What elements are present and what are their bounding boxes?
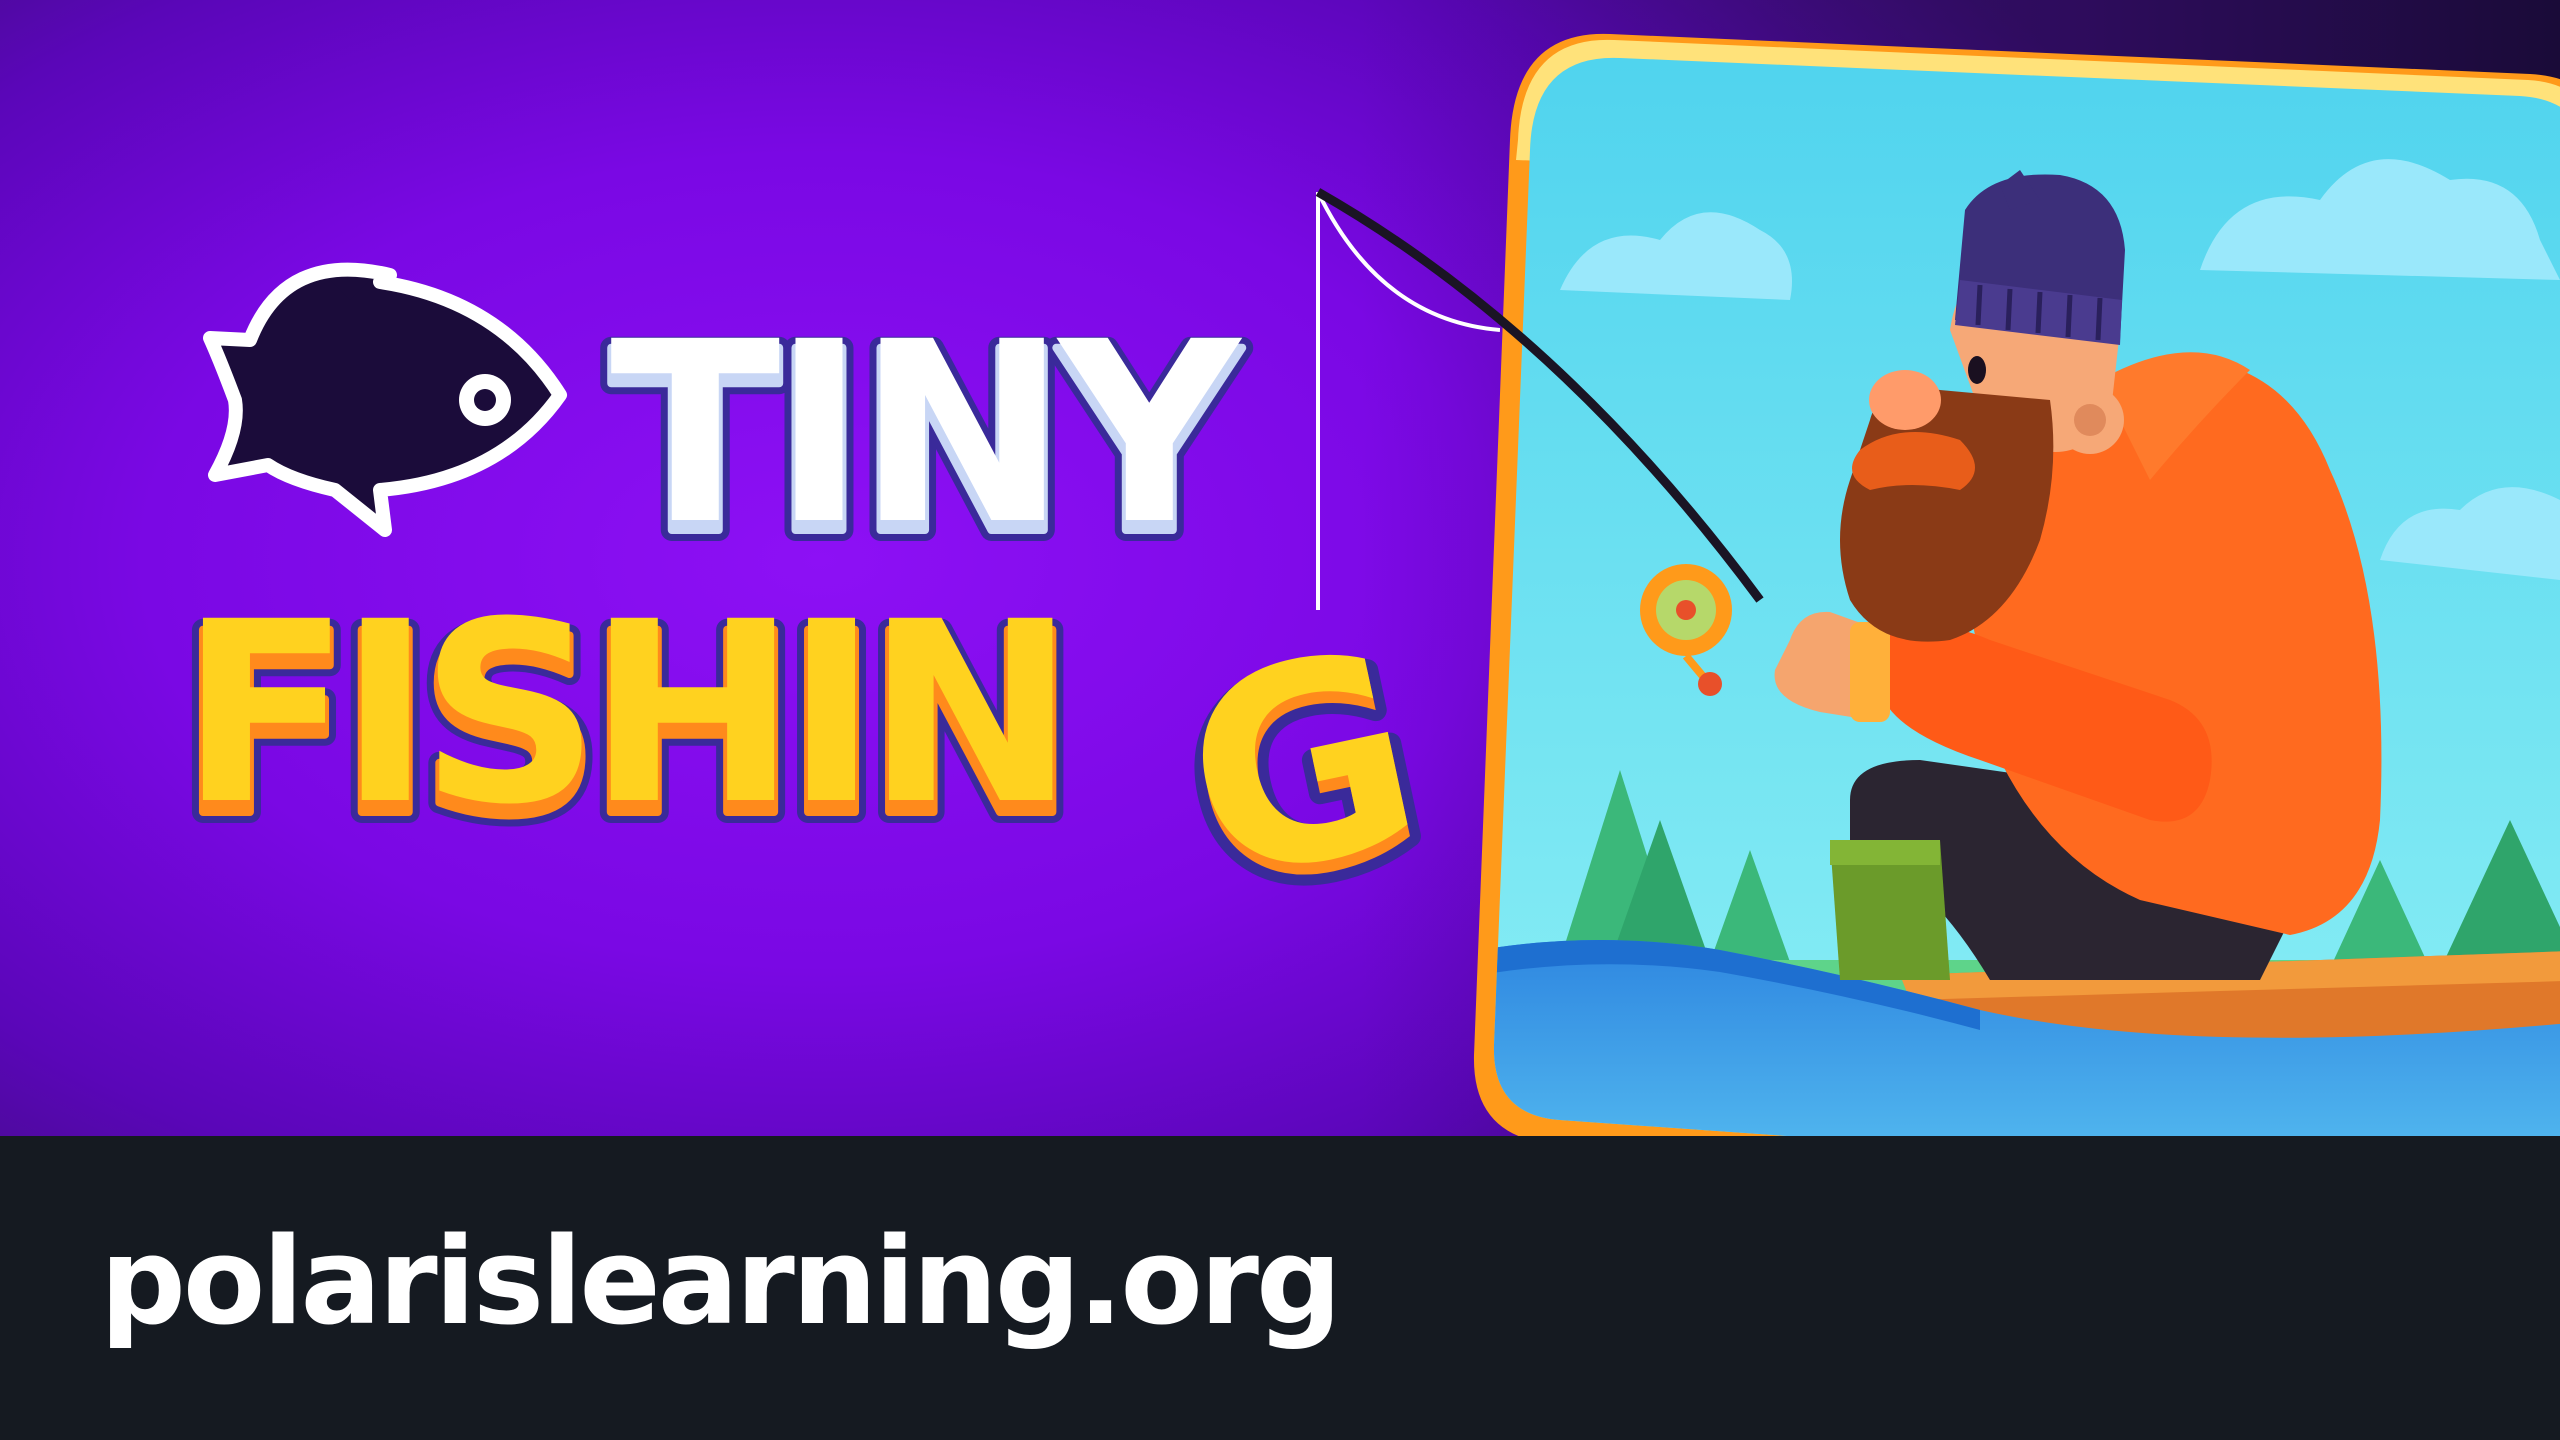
site-url: polarislearning.org: [100, 1213, 1342, 1352]
